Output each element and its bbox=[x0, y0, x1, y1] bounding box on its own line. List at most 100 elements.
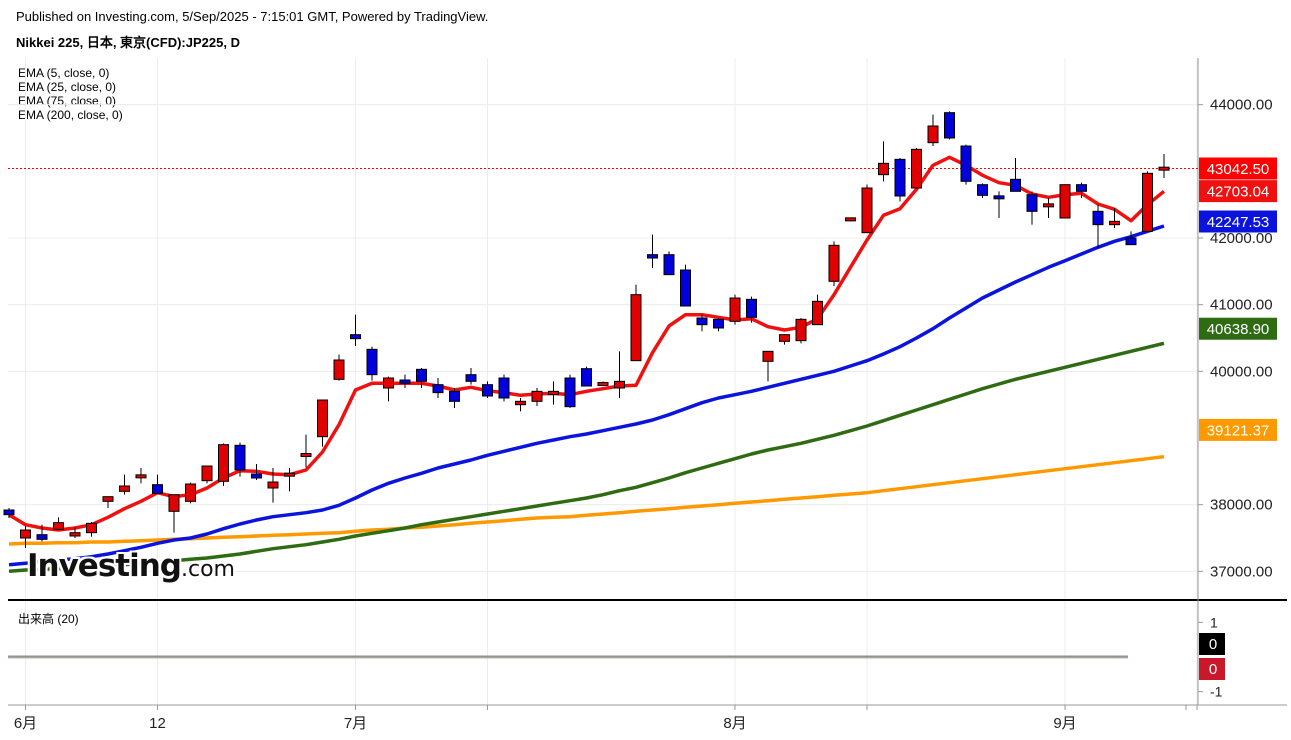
candle[interactable] bbox=[812, 294, 823, 326]
candle[interactable] bbox=[878, 141, 889, 182]
candle-body-up bbox=[597, 382, 609, 386]
candle-body-up bbox=[845, 217, 856, 222]
candle-body-down bbox=[564, 377, 576, 408]
candle[interactable] bbox=[531, 388, 543, 406]
candle-body-up bbox=[119, 485, 130, 492]
candle[interactable] bbox=[300, 434, 312, 468]
candle[interactable] bbox=[713, 318, 724, 332]
candle[interactable] bbox=[861, 184, 873, 234]
candle-body-down bbox=[482, 384, 493, 397]
candle[interactable] bbox=[86, 522, 97, 537]
price-tick-label: 40000.00 bbox=[1210, 363, 1273, 380]
candle[interactable] bbox=[152, 474, 163, 494]
price-badge-label: 40638.90 bbox=[1207, 321, 1270, 338]
candle-body-down bbox=[366, 348, 378, 376]
candle[interactable] bbox=[465, 368, 477, 385]
candle[interactable] bbox=[201, 465, 213, 484]
candle[interactable] bbox=[1059, 184, 1071, 219]
candle[interactable] bbox=[1142, 171, 1153, 232]
candle[interactable] bbox=[795, 318, 807, 344]
candle-body-down bbox=[1125, 237, 1137, 246]
candle-body-up bbox=[515, 400, 526, 406]
candle[interactable] bbox=[498, 374, 510, 402]
candle[interactable] bbox=[119, 474, 130, 495]
candle[interactable] bbox=[102, 496, 114, 508]
candle-body-up bbox=[168, 494, 180, 512]
candle[interactable] bbox=[927, 114, 939, 146]
price-tick-label: 37000.00 bbox=[1210, 563, 1273, 580]
candle-body-down bbox=[432, 384, 444, 394]
candle[interactable] bbox=[135, 468, 147, 484]
candle[interactable] bbox=[399, 374, 411, 388]
candle[interactable] bbox=[482, 381, 493, 398]
candle[interactable] bbox=[432, 378, 444, 398]
candle[interactable] bbox=[218, 443, 229, 486]
volume-badge-label: 0 bbox=[1209, 636, 1217, 653]
candle-body-down bbox=[977, 184, 988, 196]
candle[interactable] bbox=[779, 334, 790, 345]
time-label: 6月 bbox=[14, 715, 37, 732]
candle[interactable] bbox=[630, 284, 642, 362]
candle[interactable] bbox=[350, 314, 361, 346]
candle[interactable] bbox=[944, 111, 955, 140]
candle-body-up bbox=[267, 481, 279, 489]
candle-body-up bbox=[531, 390, 543, 402]
candle[interactable] bbox=[284, 468, 295, 492]
candle[interactable] bbox=[1092, 204, 1104, 248]
candle-body-up bbox=[185, 483, 196, 502]
candle[interactable] bbox=[845, 217, 856, 222]
candle-body-up bbox=[69, 532, 81, 537]
candle[interactable] bbox=[911, 148, 922, 189]
candle[interactable] bbox=[317, 399, 328, 447]
candle[interactable] bbox=[762, 350, 774, 382]
candle-body-up bbox=[135, 474, 147, 479]
candle[interactable] bbox=[828, 241, 840, 286]
candle-body-up bbox=[333, 359, 345, 380]
candle[interactable] bbox=[333, 354, 345, 381]
candle[interactable] bbox=[53, 517, 64, 530]
candle[interactable] bbox=[168, 494, 180, 533]
candle[interactable] bbox=[663, 251, 675, 276]
logo-suffix: .com bbox=[181, 557, 235, 582]
ema-5-line[interactable] bbox=[8, 155, 1166, 532]
candle[interactable] bbox=[185, 482, 196, 504]
candle-body-up bbox=[20, 529, 31, 539]
candle[interactable] bbox=[977, 183, 988, 198]
candle[interactable] bbox=[564, 374, 576, 408]
candle[interactable] bbox=[1010, 158, 1021, 192]
candle[interactable] bbox=[1125, 231, 1137, 246]
candle[interactable] bbox=[1043, 198, 1054, 218]
candle[interactable] bbox=[449, 388, 460, 408]
candle[interactable] bbox=[597, 381, 609, 386]
candle[interactable] bbox=[1026, 191, 1038, 225]
candle[interactable] bbox=[696, 314, 708, 332]
candle-body-up bbox=[383, 377, 394, 389]
candle[interactable] bbox=[548, 381, 559, 405]
time-label: 12 bbox=[149, 715, 166, 732]
candle[interactable] bbox=[680, 264, 691, 307]
candle-body-down bbox=[746, 298, 757, 318]
candle[interactable] bbox=[729, 294, 741, 325]
candle-body-up bbox=[911, 148, 922, 189]
candle[interactable] bbox=[894, 158, 906, 202]
candle[interactable] bbox=[515, 398, 526, 412]
candle-body-up bbox=[1142, 172, 1153, 232]
candle-body-down bbox=[234, 444, 246, 471]
logo-brand: Investing bbox=[27, 548, 182, 584]
candle-body-down bbox=[152, 484, 163, 494]
candle-body-up bbox=[102, 496, 114, 502]
candle[interactable] bbox=[1158, 154, 1170, 178]
candle[interactable] bbox=[383, 376, 394, 402]
candle[interactable] bbox=[993, 191, 1005, 218]
candle-body-up bbox=[927, 125, 939, 144]
candle[interactable] bbox=[614, 351, 625, 398]
candle[interactable] bbox=[960, 144, 972, 185]
candle[interactable] bbox=[581, 366, 592, 387]
price-tick-label: 38000.00 bbox=[1210, 497, 1273, 514]
candle-body-up bbox=[779, 334, 790, 342]
candle[interactable] bbox=[647, 234, 658, 268]
price-chart[interactable]: 37000.00 38000.00 40000.00 41000.00 42000.00… bbox=[0, 0, 1291, 740]
volume-label[interactable]: 出来高 (20) bbox=[18, 610, 79, 627]
ema-200-line[interactable] bbox=[8, 454, 1165, 546]
candle[interactable] bbox=[366, 346, 378, 381]
